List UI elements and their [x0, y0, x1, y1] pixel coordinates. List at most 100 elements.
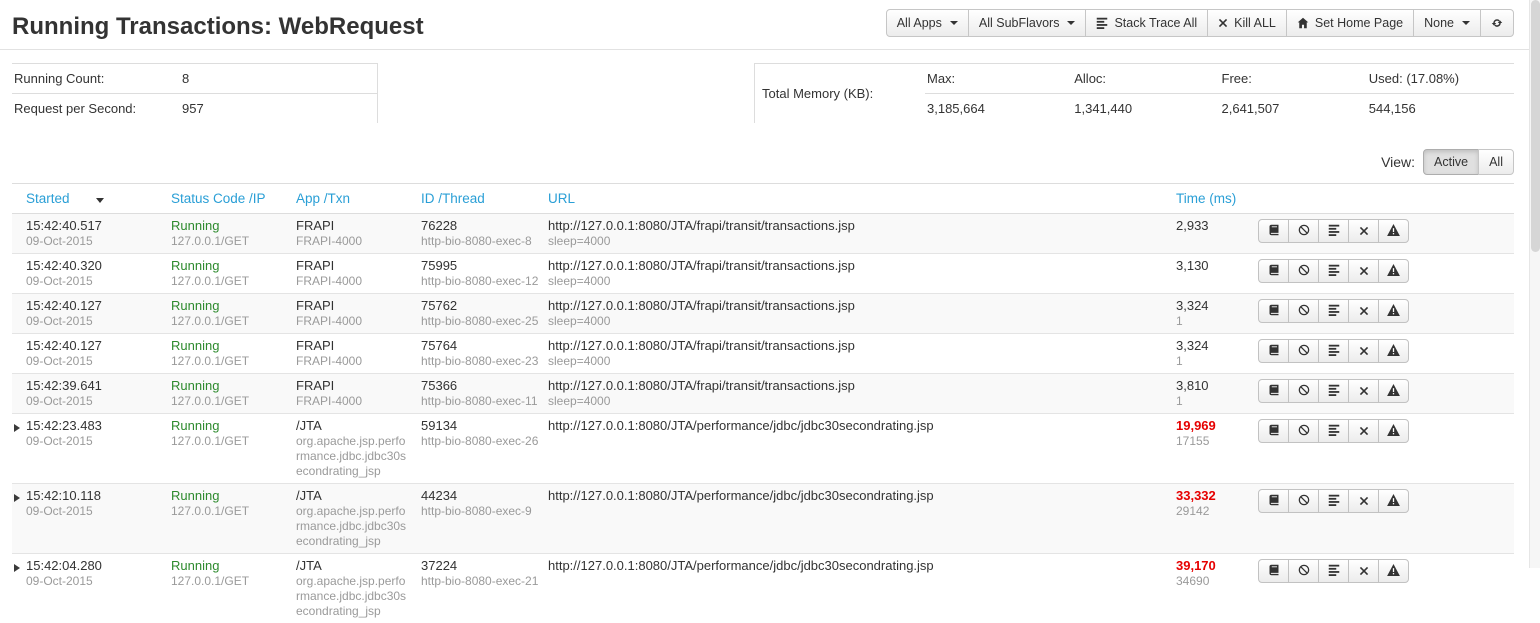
cell-id: 75764http-bio-8080-exec-23 — [421, 334, 548, 374]
ban-button[interactable] — [1288, 259, 1319, 283]
thread-dump-button[interactable] — [1378, 559, 1409, 583]
stack-trace-button[interactable] — [1318, 379, 1349, 403]
thread-dump-button[interactable] — [1378, 339, 1409, 363]
cell-started: 15:42:23.48309-Oct-2015 — [26, 414, 171, 484]
status-running: Running — [171, 558, 290, 574]
memory-col-alloc: Alloc: 1,341,440 — [1072, 64, 1219, 123]
view-active-button[interactable]: Active — [1423, 149, 1479, 175]
expand-arrow-icon[interactable] — [14, 424, 20, 432]
row-action-group — [1258, 489, 1409, 513]
cell-started: 15:42:04.28009-Oct-2015 — [26, 554, 171, 623]
memory-table: Total Memory (KB): Max: 3,185,664 Alloc:… — [754, 63, 1514, 123]
cell-expander[interactable] — [12, 484, 26, 554]
all-subflavors-button[interactable]: All SubFlavors — [968, 9, 1087, 37]
cell-expander — [12, 334, 26, 374]
stack-trace-button[interactable] — [1318, 339, 1349, 363]
col-id-header[interactable]: ID /Thread — [421, 184, 548, 214]
kill-button[interactable] — [1348, 299, 1379, 323]
stack-trace-button[interactable] — [1318, 259, 1349, 283]
stack-trace-icon — [1328, 384, 1340, 399]
log-button[interactable] — [1258, 259, 1289, 283]
set-home-page-button[interactable]: Set Home Page — [1286, 9, 1414, 37]
kill-all-button[interactable]: Kill ALL — [1207, 9, 1287, 37]
stack-trace-button[interactable] — [1318, 219, 1349, 243]
thread-dump-button[interactable] — [1378, 419, 1409, 443]
thread-dump-button[interactable] — [1378, 259, 1409, 283]
cell-expander[interactable] — [12, 554, 26, 623]
stack-trace-button[interactable] — [1318, 299, 1349, 323]
thread-dump-button[interactable] — [1378, 299, 1409, 323]
kill-button[interactable] — [1348, 489, 1379, 513]
view-all-button[interactable]: All — [1478, 149, 1514, 175]
expand-arrow-icon[interactable] — [14, 564, 20, 572]
ban-button[interactable] — [1288, 219, 1319, 243]
thread-dump-button[interactable] — [1378, 489, 1409, 513]
ban-button[interactable] — [1288, 379, 1319, 403]
kill-button[interactable] — [1348, 379, 1379, 403]
log-button[interactable] — [1258, 299, 1289, 323]
expand-arrow-icon[interactable] — [14, 494, 20, 502]
log-button[interactable] — [1258, 339, 1289, 363]
stack-trace-icon — [1328, 564, 1340, 579]
stack-trace-button[interactable] — [1318, 559, 1349, 583]
kill-button[interactable] — [1348, 219, 1379, 243]
log-button[interactable] — [1258, 489, 1289, 513]
ban-icon — [1298, 224, 1310, 239]
kill-all-label: Kill ALL — [1234, 15, 1276, 31]
counters-table: Running Count: 8 Request per Second: 957 — [12, 63, 378, 123]
all-apps-button[interactable]: All Apps — [886, 9, 969, 37]
cell-started: 15:42:40.32009-Oct-2015 — [26, 254, 171, 294]
ban-button[interactable] — [1288, 339, 1319, 363]
thread-dump-button[interactable] — [1378, 219, 1409, 243]
stack-trace-button[interactable] — [1318, 419, 1349, 443]
memory-max-header: Max: — [925, 64, 1072, 94]
thread-dump-button[interactable] — [1378, 379, 1409, 403]
col-started-header[interactable]: Started — [26, 184, 171, 214]
cell-started: 15:42:40.51709-Oct-2015 — [26, 214, 171, 254]
kill-button[interactable] — [1348, 559, 1379, 583]
log-button[interactable] — [1258, 379, 1289, 403]
warning-icon — [1387, 344, 1400, 359]
log-button[interactable] — [1258, 419, 1289, 443]
col-status-header[interactable]: Status Code /IP — [171, 184, 296, 214]
stack-trace-button[interactable] — [1318, 489, 1349, 513]
kill-button[interactable] — [1348, 259, 1379, 283]
refresh-button[interactable] — [1480, 9, 1514, 37]
log-button[interactable] — [1258, 559, 1289, 583]
book-icon — [1268, 424, 1280, 439]
book-icon — [1268, 494, 1280, 509]
caret-down-icon — [1067, 21, 1075, 25]
transaction-row: 15:42:04.28009-Oct-2015Running127.0.0.1/… — [12, 554, 1514, 623]
warning-icon — [1387, 564, 1400, 579]
log-button[interactable] — [1258, 219, 1289, 243]
row-action-group — [1258, 299, 1409, 323]
kill-button[interactable] — [1348, 339, 1379, 363]
ban-button[interactable] — [1288, 299, 1319, 323]
book-icon — [1268, 564, 1280, 579]
cell-url: http://127.0.0.1:8080/JTA/frapi/transit/… — [548, 294, 1176, 334]
row-action-group — [1258, 559, 1409, 583]
ban-icon — [1298, 264, 1310, 279]
col-time-header[interactable]: Time (ms) — [1176, 184, 1258, 214]
col-app-header[interactable]: App /Txn — [296, 184, 421, 214]
transaction-row: 15:42:40.12709-Oct-2015Running127.0.0.1/… — [12, 334, 1514, 374]
ban-icon — [1298, 494, 1310, 509]
status-running: Running — [171, 258, 290, 274]
status-running: Running — [171, 488, 290, 504]
row-action-group — [1258, 259, 1409, 283]
stack-trace-all-button[interactable]: Stack Trace All — [1085, 9, 1208, 37]
rps-label: Request per Second: — [14, 101, 182, 116]
none-button[interactable]: None — [1413, 9, 1481, 37]
cell-expander[interactable] — [12, 414, 26, 484]
rps-value: 957 — [182, 101, 204, 116]
scrollbar-thumb[interactable] — [1531, 0, 1540, 252]
ban-button[interactable] — [1288, 489, 1319, 513]
cell-started: 15:42:39.64109-Oct-2015 — [26, 374, 171, 414]
kill-button[interactable] — [1348, 419, 1379, 443]
ban-button[interactable] — [1288, 559, 1319, 583]
vertical-scrollbar[interactable] — [1529, 0, 1540, 568]
col-url-header[interactable]: URL — [548, 184, 1176, 214]
ban-button[interactable] — [1288, 419, 1319, 443]
memory-col-free: Free: 2,641,507 — [1220, 64, 1367, 123]
memory-col-max: Max: 3,185,664 — [925, 64, 1072, 123]
